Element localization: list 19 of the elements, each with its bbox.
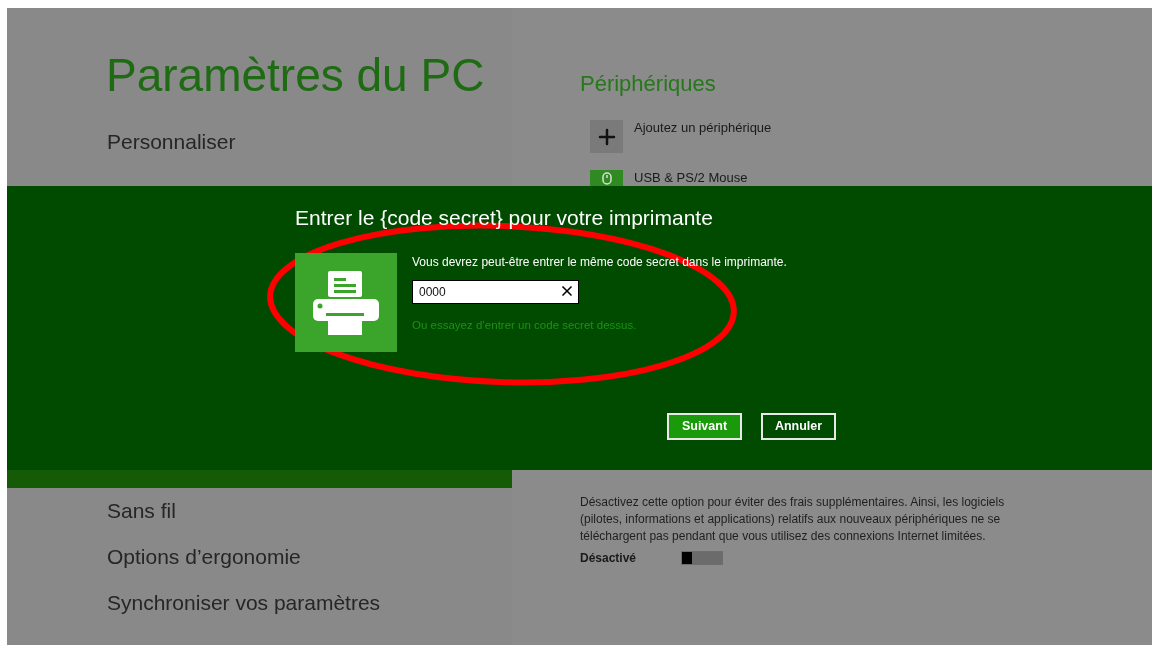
sidebar-item[interactable]: Options d’ergonomie	[7, 534, 512, 580]
sidebar-item[interactable]: Synchroniser vos paramètres	[7, 580, 512, 626]
clear-icon[interactable]	[559, 283, 575, 299]
next-button[interactable]: Suivant	[667, 413, 742, 440]
cancel-button[interactable]: Annuler	[761, 413, 836, 440]
option-description: Désactivez cette option pour éviter des frais supplémentaires. Ainsi, les logiciels (pilotes, informations et applications) relatifs aux nouveaux périphériques ne se téléchargent pas pendant que vous utilisez des connexions Internet limitées.	[580, 494, 1006, 545]
page-title: Paramètres du PC	[106, 48, 485, 103]
pin-input-field[interactable]: 0000	[412, 280, 579, 304]
alternative-link[interactable]: Ou essayez d’entrer un code secret dessus.	[412, 317, 637, 335]
toggle-label: Désactivé	[580, 550, 638, 567]
section-heading: Périphériques	[580, 70, 716, 98]
sidebar-item[interactable]: Personnaliser	[7, 119, 512, 165]
add-device-tile[interactable]	[590, 120, 623, 153]
device-name[interactable]: Ajoutez un périphérique	[634, 120, 772, 136]
toggle-switch[interactable]	[681, 551, 723, 565]
printer-icon	[311, 270, 381, 335]
sidebar-item[interactable]: Sans fil	[7, 488, 512, 534]
mouse-icon	[601, 172, 612, 185]
device-name[interactable]: USB & PS/2 Mouse	[634, 170, 748, 186]
